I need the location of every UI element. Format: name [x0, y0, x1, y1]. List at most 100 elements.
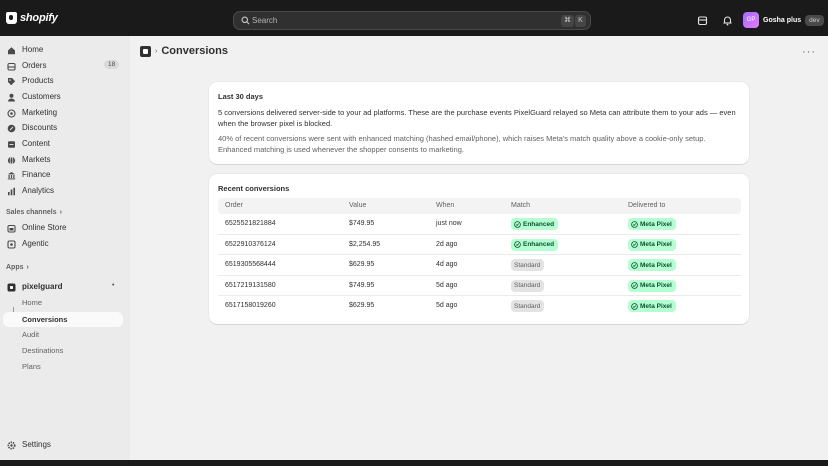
sidebar-item-agentic[interactable]: Agentic — [0, 237, 130, 251]
sidebar-subitem-conversions[interactable]: Conversions — [3, 312, 123, 327]
check-circle-icon — [514, 220, 521, 228]
apps-heading[interactable]: Apps › — [6, 264, 29, 271]
sidebar-item-home[interactable]: Home — [0, 43, 130, 57]
sidebar-item-finance[interactable]: Finance — [0, 168, 130, 182]
table-row[interactable]: 6519305568444 $629.95 4d ago Standard Me… — [218, 255, 741, 276]
delivered-badge: Meta Pixel — [628, 279, 676, 292]
match-label: Standard — [514, 282, 541, 289]
apps-label: Apps — [6, 264, 24, 271]
order-when: 2d ago — [436, 240, 458, 248]
order-value: $629.95 — [349, 302, 375, 309]
match-badge: Standard — [511, 279, 545, 292]
sidebar-app-pixelguard[interactable]: pixelguard • — [0, 280, 130, 294]
column-header-value: Value — [349, 202, 367, 209]
check-circle-icon — [631, 220, 638, 228]
account-menu[interactable]: GP Gosha plus dev — [743, 12, 824, 28]
delivered-badge: Meta Pixel — [628, 300, 676, 312]
top-bar: shopify Search ⌘ K GP Gosha plus dev — [0, 0, 828, 36]
sidebar-item-markets[interactable]: Markets — [0, 153, 130, 167]
avatar: GP — [743, 12, 759, 28]
delivered-label: Meta Pixel — [640, 282, 672, 289]
search-bar[interactable]: Search ⌘ K — [233, 11, 591, 30]
search-icon — [241, 16, 250, 25]
order-when: just now — [436, 220, 462, 227]
store-switcher-icon[interactable] — [697, 15, 708, 26]
sales-channels-label: Sales channels — [6, 209, 57, 216]
match-badge: Standard — [511, 259, 545, 271]
column-header-order: Order — [225, 202, 243, 209]
pixelguard-app-icon[interactable] — [140, 45, 151, 57]
match-label: Standard — [514, 261, 541, 269]
match-badge: Enhanced — [511, 238, 559, 251]
home-icon — [8, 47, 15, 55]
dev-store-badge: dev — [805, 14, 824, 26]
app-menu-dots-icon[interactable]: • — [112, 282, 114, 289]
recent-conversions-heading: Recent conversions — [218, 184, 290, 193]
shopify-logo[interactable]: shopify — [6, 12, 58, 24]
person-icon — [8, 93, 15, 102]
bell-icon[interactable] — [722, 15, 733, 26]
order-value: $749.95 — [349, 220, 375, 227]
sidebar-subitem-home[interactable]: Home — [22, 298, 42, 307]
order-id[interactable]: 6517158019260 — [225, 302, 276, 309]
orders-icon — [7, 62, 16, 71]
chevron-right-icon: › — [59, 209, 62, 216]
target-icon — [7, 109, 16, 118]
sidebar-item-label: Customers — [22, 92, 61, 101]
shopify-wordmark: shopify — [20, 12, 58, 24]
sidebar-item-label: Content — [22, 139, 51, 148]
order-value: $629.95 — [349, 261, 375, 268]
sidebar-subitem-destinations[interactable]: Destinations — [22, 346, 63, 355]
sidebar-item-label: Analytics — [22, 186, 55, 195]
delivered-label: Meta Pixel — [640, 261, 672, 269]
sidebar-item-label: Marketing — [22, 108, 58, 117]
table-row[interactable]: 6525521821884 $749.95 just now Enhanced … — [218, 214, 741, 235]
sidebar-item-orders[interactable]: Orders 18 — [0, 59, 130, 73]
sidebar-item-online-store[interactable]: Online Store — [0, 221, 130, 235]
column-header-match: Match — [511, 202, 531, 209]
order-id[interactable]: 6522910376124 — [225, 241, 276, 248]
match-label: Standard — [514, 302, 541, 310]
chart-icon — [8, 187, 15, 196]
page-header: › Conversions — [140, 45, 228, 57]
sidebar-item-label: Products — [22, 76, 54, 85]
sidebar-item-label: Home — [22, 45, 44, 54]
match-label: Enhanced — [523, 220, 555, 228]
order-value: $749.95 — [349, 281, 375, 289]
order-id[interactable]: 6525521821884 — [225, 220, 276, 227]
match-badge: Standard — [511, 300, 545, 312]
orders-count-badge: 18 — [104, 60, 120, 69]
sales-channels-heading[interactable]: Sales channels › — [6, 209, 62, 216]
summary-heading: Last 30 days — [218, 92, 264, 101]
sidebar-subitem-plans[interactable]: Plans — [22, 362, 41, 371]
sidebar-item-analytics[interactable]: Analytics — [0, 184, 130, 198]
store-icon — [7, 224, 16, 233]
discount-icon — [7, 124, 16, 133]
sidebar-item-customers[interactable]: Customers — [0, 90, 130, 104]
order-value: $2,254.95 — [349, 240, 381, 248]
sidebar-item-discounts[interactable]: Discounts — [0, 121, 130, 135]
search-placeholder: Search — [252, 16, 278, 25]
sidebar: Home Orders 18 Products Customers Market… — [0, 36, 130, 460]
column-header-when: When — [436, 202, 455, 209]
sidebar-item-label: Markets — [22, 155, 51, 164]
chevron-right-icon: › — [155, 47, 158, 55]
table-row[interactable]: 6517219131580 $749.95 5d ago Standard Me… — [218, 276, 741, 296]
sidebar-item-label: Agentic — [22, 239, 49, 248]
order-id[interactable]: 6519305568444 — [225, 261, 276, 268]
order-id[interactable]: 6517219131580 — [225, 282, 276, 289]
delivered-badge: Meta Pixel — [628, 238, 676, 251]
sidebar-item-products[interactable]: Products — [0, 74, 130, 88]
sidebar-subitem-audit[interactable]: Audit — [22, 330, 39, 339]
sidebar-item-settings[interactable]: Settings — [0, 438, 130, 452]
sidebar-item-label: Orders — [22, 61, 47, 70]
conversions-table: Order Value When Match Delivered to 6525… — [218, 198, 741, 317]
table-row[interactable]: 6517158019260 $629.95 5d ago Standard Me… — [218, 296, 741, 317]
table-row[interactable]: 6522910376124 $2,254.95 2d ago Enhanced … — [218, 235, 741, 255]
sidebar-item-label: Online Store — [22, 223, 67, 232]
tag-icon — [8, 78, 16, 86]
sidebar-item-content[interactable]: Content — [0, 137, 130, 151]
sidebar-item-marketing[interactable]: Marketing — [0, 106, 130, 120]
shortcut-key-cmd: ⌘ — [561, 15, 574, 27]
more-actions-icon[interactable]: ··· — [802, 46, 816, 58]
